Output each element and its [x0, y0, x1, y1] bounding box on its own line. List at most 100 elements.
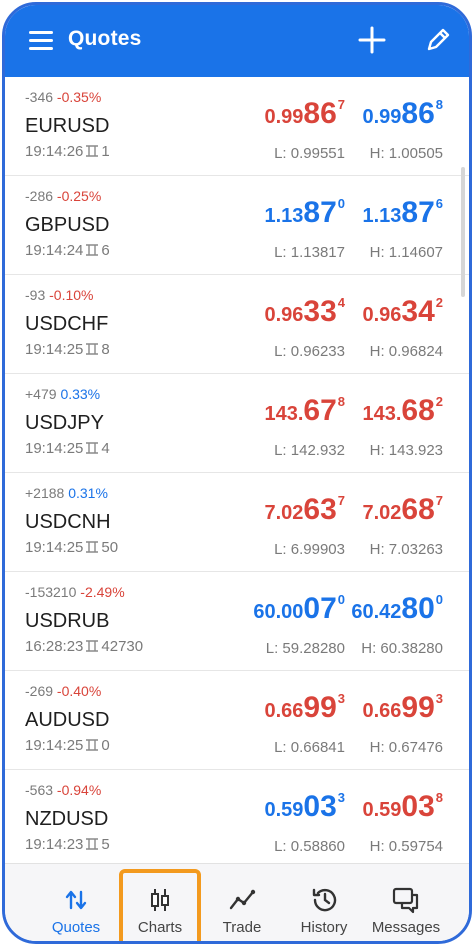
- bid-price[interactable]: 1.13870: [264, 196, 345, 230]
- change-percent: 0.31%: [68, 485, 108, 501]
- change-points: -153210: [25, 584, 77, 600]
- quotes-arrows-icon: [65, 890, 87, 910]
- change-points: +2188: [25, 485, 65, 501]
- nav-quotes-label: Quotes: [51, 919, 101, 936]
- symbol-name: USDJPY: [25, 412, 104, 434]
- bid-price-pips: 87: [303, 196, 337, 229]
- quote-row[interactable]: +2188 0.31% USDCNH 19:14:25 50 7.02637 7.0268…: [5, 473, 469, 572]
- spread-value: 8: [101, 341, 110, 358]
- bid-price-fraction: 4: [337, 295, 345, 310]
- quote-time: 19:14:23: [25, 836, 84, 853]
- spread-icon: [86, 838, 99, 850]
- change-percent: -2.49%: [80, 584, 125, 600]
- daily-change: -346 -0.35%: [25, 89, 101, 105]
- high-price: H: 7.03263: [369, 541, 443, 558]
- bid-price-pips: 03: [303, 790, 337, 823]
- ask-price[interactable]: 7.02687: [362, 493, 443, 527]
- quote-row[interactable]: -563 -0.94% NZDUSD 19:14:23 5 0.59033 0.59038…: [5, 770, 469, 863]
- spread-value: 4: [101, 440, 110, 457]
- bid-price-pips: 07: [303, 592, 337, 625]
- quote-meta: 19:14:25 0: [25, 737, 110, 754]
- change-percent: -0.25%: [56, 188, 102, 204]
- nav-trade-label: Trade: [222, 919, 262, 936]
- bid-price[interactable]: 60.00070: [253, 592, 345, 626]
- nav-messages[interactable]: Messages: [363, 864, 449, 941]
- bid-price-prefix: 7.02: [264, 502, 304, 524]
- bid-price-prefix: 143.: [264, 403, 304, 425]
- change-percent: -0.10%: [49, 287, 94, 303]
- ask-price[interactable]: 1.13876: [362, 196, 443, 230]
- bid-price-pips: 33: [303, 295, 337, 328]
- bid-price[interactable]: 0.99867: [264, 97, 345, 131]
- plus-icon[interactable]: [357, 25, 387, 55]
- pencil-icon[interactable]: [423, 25, 453, 55]
- ask-price-fraction: 7: [435, 493, 443, 508]
- ask-price-prefix: 0.99: [362, 106, 402, 128]
- quote-time: 19:14:25: [25, 440, 84, 457]
- quote-row[interactable]: -93 -0.10% USDCHF 19:14:25 8 0.96334 0.96342 L…: [5, 275, 469, 374]
- daily-change: +479 0.33%: [25, 386, 100, 402]
- bid-price-prefix: 0.59: [264, 799, 304, 821]
- high-price: H: 0.67476: [369, 739, 443, 756]
- quote-row[interactable]: -346 -0.35% EURUSD 19:14:26 1 0.99867 0.99868…: [5, 77, 469, 176]
- daily-change: -153210 -2.49%: [25, 584, 125, 600]
- spread-value: 6: [101, 242, 110, 259]
- ask-price[interactable]: 143.682: [362, 394, 443, 428]
- quote-time: 19:14:25: [25, 539, 84, 556]
- daily-change: -93 -0.10%: [25, 287, 93, 303]
- spread-icon: [86, 541, 99, 553]
- change-percent: -0.94%: [56, 782, 102, 798]
- ask-price[interactable]: 0.59038: [362, 790, 443, 824]
- spread-icon: [86, 640, 99, 652]
- quote-time: 16:28:23: [25, 638, 84, 655]
- ask-price-prefix: 0.96: [362, 304, 402, 326]
- quote-meta: 19:14:25 50: [25, 539, 118, 556]
- high-price: H: 143.923: [369, 442, 443, 459]
- nav-trade[interactable]: Trade: [199, 864, 285, 941]
- bid-price[interactable]: 143.678: [264, 394, 345, 428]
- ask-price[interactable]: 0.99868: [362, 97, 443, 131]
- ask-price-fraction: 6: [435, 196, 443, 211]
- quote-row[interactable]: -153210 -2.49% USDRUB 16:28:23 42730 60.0007…: [5, 572, 469, 671]
- nav-history[interactable]: History: [281, 864, 367, 941]
- ask-price[interactable]: 0.96342: [362, 295, 443, 329]
- ask-price-prefix: 7.02: [362, 502, 402, 524]
- quote-row[interactable]: -269 -0.40% AUDUSD 19:14:25 0 0.66993 0.66993…: [5, 671, 469, 770]
- menu-icon[interactable]: [29, 31, 53, 51]
- page-title: Quotes: [68, 27, 142, 50]
- quote-row[interactable]: -286 -0.25% GBPUSD 19:14:24 6 1.13870 1.13876…: [5, 176, 469, 275]
- ask-price[interactable]: 60.42800: [351, 592, 443, 626]
- bid-price-fraction: 0: [337, 196, 345, 211]
- high-price: H: 1.00505: [369, 145, 443, 162]
- scrollbar[interactable]: [461, 167, 465, 297]
- bid-price[interactable]: 0.96334: [264, 295, 345, 329]
- ask-price-pips: 68: [401, 493, 435, 526]
- symbol-name: AUDUSD: [25, 709, 110, 731]
- ask-price-prefix: 60.42: [351, 601, 402, 623]
- spread-value: 50: [101, 539, 119, 556]
- quotes-list[interactable]: -346 -0.35% EURUSD 19:14:26 1 0.99867 0.99868…: [5, 77, 469, 863]
- quote-meta: 16:28:23 42730: [25, 638, 143, 655]
- bid-price[interactable]: 0.66993: [264, 691, 345, 725]
- high-price: H: 0.59754: [369, 838, 443, 855]
- symbol-name: GBPUSD: [25, 214, 110, 236]
- symbol-name: USDRUB: [25, 610, 110, 632]
- bid-price[interactable]: 7.02637: [264, 493, 345, 527]
- bid-price[interactable]: 0.59033: [264, 790, 345, 824]
- trade-line-icon: [229, 889, 256, 910]
- change-points: -269: [25, 683, 54, 699]
- bottom-navigation: Quotes Charts Trade History Messages: [5, 863, 469, 941]
- quote-meta: 19:14:23 5: [25, 836, 110, 853]
- quote-row[interactable]: +479 0.33% USDJPY 19:14:25 4 143.678 143.682 L…: [5, 374, 469, 473]
- low-price: L: 0.99551: [274, 145, 345, 162]
- low-price: L: 0.66841: [274, 739, 345, 756]
- nav-quotes[interactable]: Quotes: [33, 864, 119, 941]
- app-bar: Quotes: [5, 5, 469, 77]
- ask-price-fraction: 2: [435, 394, 443, 409]
- bid-price-pips: 63: [303, 493, 337, 526]
- spread-icon: [86, 145, 99, 157]
- low-price: L: 0.58860: [274, 838, 345, 855]
- ask-price-pips: 80: [401, 592, 435, 625]
- ask-price[interactable]: 0.66993: [362, 691, 443, 725]
- spread-value: 42730: [101, 638, 144, 655]
